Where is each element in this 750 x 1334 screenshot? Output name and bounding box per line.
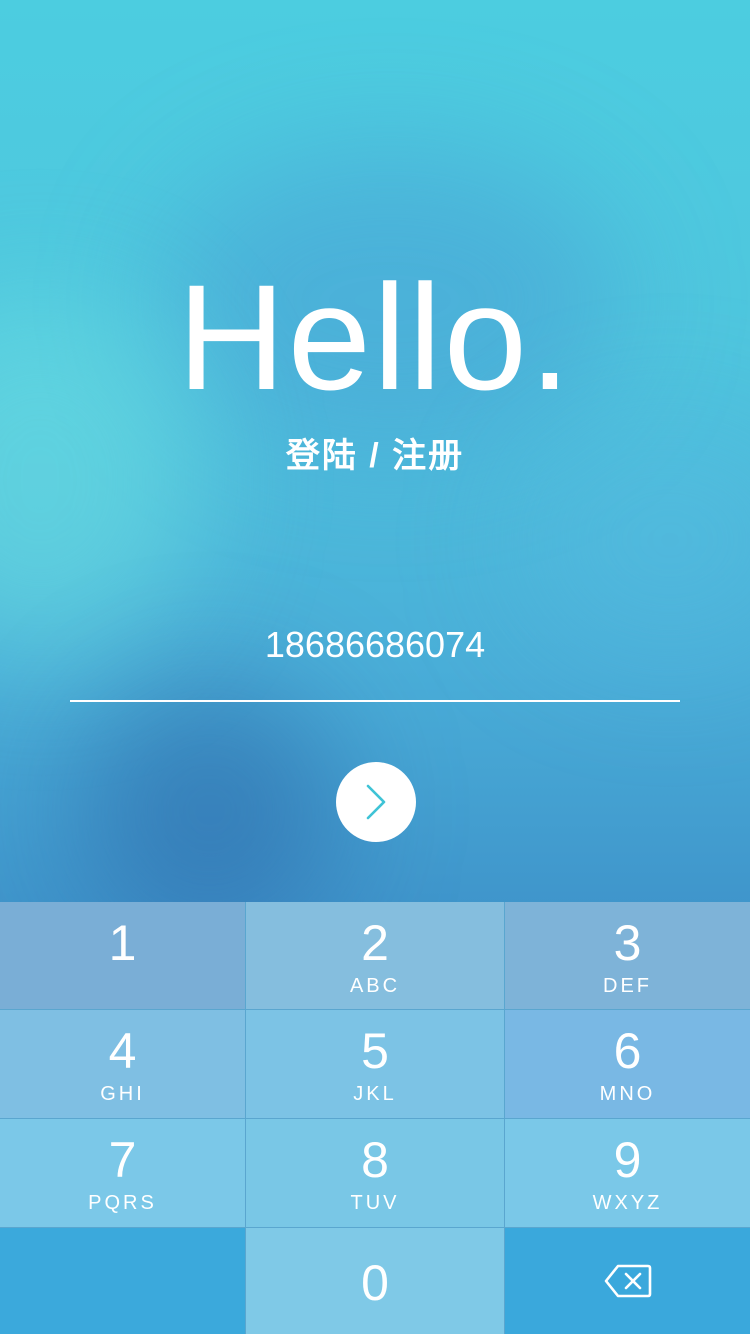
input-underline xyxy=(70,700,680,702)
key-digit: 2 xyxy=(361,915,389,971)
chevron-right-icon xyxy=(366,784,386,820)
key-digit: 5 xyxy=(361,1023,389,1079)
key-digit: 7 xyxy=(108,1132,137,1188)
key-8[interactable]: 8 TUV xyxy=(246,1119,504,1227)
key-5[interactable]: 5 JKL xyxy=(246,1010,504,1118)
numeric-keypad: 1 2 ABC 3 DEF 4 GHI 5 JKL 6 MNO 7 PQRS 8… xyxy=(0,902,750,1334)
key-9[interactable]: 9 WXYZ xyxy=(505,1119,750,1227)
key-letters: GHI xyxy=(100,1083,145,1105)
key-digit: 3 xyxy=(613,915,642,971)
key-letters: ABC xyxy=(349,975,401,997)
key-empty xyxy=(0,1228,245,1334)
key-letters: MNO xyxy=(599,1083,656,1105)
key-digit: 1 xyxy=(108,915,137,971)
hero-subtitle: 登陆 / 注册 xyxy=(285,437,465,475)
backspace-key[interactable] xyxy=(505,1228,750,1334)
key-2[interactable]: 2 ABC xyxy=(246,902,504,1009)
key-0[interactable]: 0 xyxy=(246,1228,504,1334)
key-7[interactable]: 7 PQRS xyxy=(0,1119,245,1227)
key-3[interactable]: 3 DEF xyxy=(505,902,750,1009)
key-digit: 0 xyxy=(361,1255,389,1311)
key-letters: WXYZ xyxy=(592,1192,663,1214)
background-blur-blob xyxy=(80,680,340,940)
key-letters: JKL xyxy=(353,1083,397,1105)
phone-number-input[interactable]: 18686686074 xyxy=(70,622,680,668)
key-digit: 6 xyxy=(613,1023,642,1079)
next-button[interactable] xyxy=(336,762,416,842)
key-4[interactable]: 4 GHI xyxy=(0,1010,245,1118)
hero-title: Hello. xyxy=(177,253,573,421)
key-digit: 4 xyxy=(108,1023,137,1079)
key-letters: TUV xyxy=(350,1192,400,1214)
key-1[interactable]: 1 xyxy=(0,902,245,1009)
backspace-icon xyxy=(604,1264,651,1298)
key-digit: 8 xyxy=(361,1132,389,1188)
key-letters: PQRS xyxy=(88,1192,157,1214)
key-6[interactable]: 6 MNO xyxy=(505,1010,750,1118)
login-screen: Hello. 登陆 / 注册 18686686074 1 2 ABC 3 DEF… xyxy=(0,0,750,1334)
key-digit: 9 xyxy=(613,1132,642,1188)
key-letters: DEF xyxy=(603,975,652,997)
